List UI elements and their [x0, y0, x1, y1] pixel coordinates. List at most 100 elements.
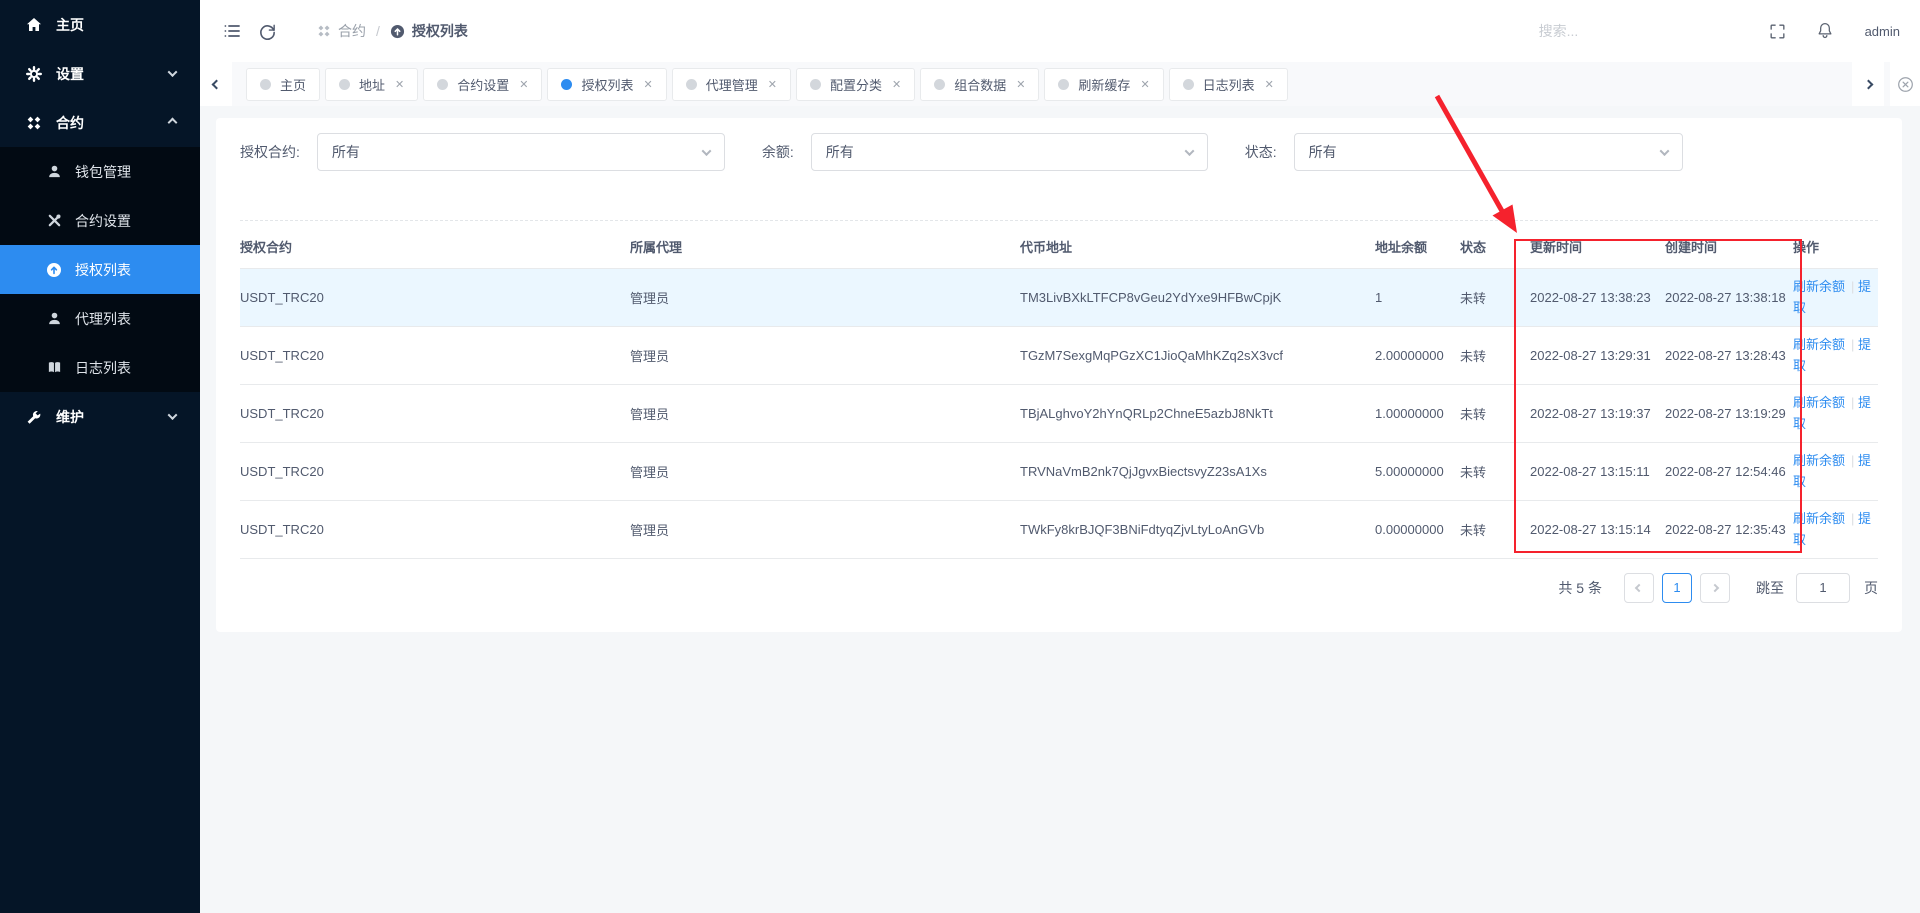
refresh-balance-link[interactable]: 刷新余额: [1793, 453, 1845, 468]
sidebar-item-contract-settings[interactable]: 合约设置: [0, 196, 200, 245]
balance-select[interactable]: 所有: [811, 133, 1208, 171]
close-icon[interactable]: ✕: [1265, 78, 1274, 91]
page-unit-label: 页: [1864, 578, 1878, 598]
sidebar-item-auth-list[interactable]: 授权列表: [0, 245, 200, 294]
action-divider: |: [1851, 395, 1854, 410]
status-select[interactable]: 所有: [1294, 133, 1683, 171]
close-all-tabs-button[interactable]: [1890, 62, 1920, 106]
chevron-up-icon: [168, 118, 178, 128]
refresh-icon[interactable]: [258, 22, 277, 41]
breadcrumb-separator: /: [376, 23, 380, 39]
tab-dot-icon: [561, 79, 572, 90]
sidebar-item-label: 合约: [56, 113, 169, 133]
tabs-scroll-right-button[interactable]: [1852, 62, 1884, 106]
jump-to-page-input[interactable]: [1796, 573, 1850, 603]
cell-actions: 刷新余额| 提取: [1793, 442, 1878, 500]
chevron-down-icon: [1659, 146, 1669, 156]
jump-to-label: 跳至: [1756, 578, 1784, 598]
table-row[interactable]: USDT_TRC20 管理员 TWkFy8krBJQF3BNiFdtyqZjvL…: [240, 500, 1878, 558]
tab-dot-icon: [437, 79, 448, 90]
breadcrumb-section[interactable]: 合约: [317, 21, 366, 41]
select-value: 所有: [1309, 142, 1661, 162]
sidebar-item-label: 合约设置: [75, 211, 131, 231]
cell-status: 未转: [1460, 326, 1530, 384]
tab-contract-settings[interactable]: 合约设置✕: [423, 68, 542, 101]
refresh-balance-link[interactable]: 刷新余额: [1793, 511, 1845, 526]
log-book-icon: [46, 360, 62, 376]
cell-status: 未转: [1460, 268, 1530, 326]
action-divider: |: [1851, 511, 1854, 526]
tab-refresh-cache[interactable]: 刷新缓存✕: [1044, 68, 1163, 101]
tab-label: 主页: [280, 75, 306, 94]
collapse-menu-icon[interactable]: [222, 21, 242, 41]
action-divider: |: [1851, 453, 1854, 468]
sidebar-item-agent-list[interactable]: 代理列表: [0, 294, 200, 343]
tab-combined-data[interactable]: 组合数据 ✕: [920, 68, 1039, 101]
user-menu[interactable]: admin: [1865, 24, 1900, 39]
refresh-balance-link[interactable]: 刷新余额: [1793, 337, 1845, 352]
main-area: 合约 / 授权列表 admin: [200, 0, 1920, 913]
sidebar-item-label: 主页: [56, 15, 176, 35]
close-icon[interactable]: ✕: [768, 78, 777, 91]
sidebar-item-label: 日志列表: [75, 358, 131, 378]
notifications-bell-icon[interactable]: [1815, 21, 1835, 41]
cell-address: TWkFy8krBJQF3BNiFdtyqZjvLtyLoAnGVb: [1020, 500, 1375, 558]
chevron-down-icon: [701, 146, 711, 156]
sidebar-item-contract[interactable]: 合约: [0, 98, 200, 147]
cell-created: 2022-08-27 12:54:46: [1665, 442, 1793, 500]
fullscreen-icon[interactable]: [1768, 22, 1787, 41]
col-header-contract: 授权合约: [240, 226, 630, 268]
table-row[interactable]: USDT_TRC20 管理员 TBjALghvoY2hYnQRLp2ChneE5…: [240, 384, 1878, 442]
table-row[interactable]: USDT_TRC20 管理员 TRVNaVmB2nk7QjJgvxBiectsv…: [240, 442, 1878, 500]
tab-auth-list[interactable]: 授权列表✕: [547, 68, 666, 101]
tab-agent-management[interactable]: 代理管理✕: [672, 68, 791, 101]
table-row[interactable]: USDT_TRC20 管理员 TM3LivBXkLTFCP8vGeu2YdYxe…: [240, 268, 1878, 326]
close-icon[interactable]: ✕: [1016, 78, 1025, 91]
breadcrumb-current: 授权列表: [390, 21, 468, 41]
page-number-button[interactable]: 1: [1662, 573, 1692, 603]
col-header-created: 创建时间: [1665, 226, 1793, 268]
cell-status: 未转: [1460, 442, 1530, 500]
tab-address[interactable]: 地址✕: [325, 68, 418, 101]
close-icon[interactable]: ✕: [1140, 78, 1149, 91]
cell-contract: USDT_TRC20: [240, 384, 630, 442]
tabs-scroll-left-button[interactable]: [200, 62, 232, 106]
close-icon[interactable]: ✕: [892, 78, 901, 91]
cell-updated: 2022-08-27 13:15:11: [1530, 442, 1665, 500]
auth-contract-select[interactable]: 所有: [317, 133, 725, 171]
tab-strip: 主页 地址✕ 合约设置✕ 授权列表✕ 代理管理✕ 配置分类 ✕ 组合数据 ✕ 刷新缓…: [200, 62, 1920, 106]
contract-icon: [317, 24, 331, 38]
tab-log-list[interactable]: 日志列表 ✕: [1169, 68, 1288, 101]
sidebar-item-settings[interactable]: 设置: [0, 49, 200, 98]
tab-label: 组合数据: [954, 75, 1006, 94]
sidebar-item-log-list[interactable]: 日志列表: [0, 343, 200, 392]
sidebar-item-wallet-management[interactable]: 钱包管理: [0, 147, 200, 196]
refresh-balance-link[interactable]: 刷新余额: [1793, 279, 1845, 294]
tab-label: 配置分类: [830, 75, 882, 94]
filter-auth-contract: 授权合约: 所有: [240, 133, 725, 171]
tab-home[interactable]: 主页: [246, 68, 320, 101]
action-divider: |: [1851, 337, 1854, 352]
auth-list-icon: [46, 262, 62, 278]
close-icon[interactable]: ✕: [644, 78, 653, 91]
sidebar-item-home[interactable]: 主页: [0, 0, 200, 49]
home-icon: [26, 17, 42, 33]
cell-contract: USDT_TRC20: [240, 442, 630, 500]
cell-balance: 2.00000000: [1375, 326, 1460, 384]
close-icon[interactable]: ✕: [395, 78, 404, 91]
cell-address: TBjALghvoY2hYnQRLp2ChneE5azbJ8NkTt: [1020, 384, 1375, 442]
prev-page-button[interactable]: [1624, 573, 1654, 603]
tab-label: 日志列表: [1203, 75, 1255, 94]
next-page-button[interactable]: [1700, 573, 1730, 603]
table-row[interactable]: USDT_TRC20 管理员 TGzM7SexgMqPGzXC1JioQaMhK…: [240, 326, 1878, 384]
sidebar-item-maintenance[interactable]: 维护: [0, 392, 200, 441]
chevron-left-icon: [211, 79, 221, 89]
search-input[interactable]: [1539, 23, 1704, 39]
breadcrumb-current-label: 授权列表: [412, 21, 468, 41]
col-header-actions: 操作: [1793, 226, 1878, 268]
close-icon[interactable]: ✕: [519, 78, 528, 91]
section-divider: [240, 220, 1878, 221]
chevron-down-icon: [1184, 146, 1194, 156]
refresh-balance-link[interactable]: 刷新余额: [1793, 395, 1845, 410]
tab-config-category[interactable]: 配置分类 ✕: [796, 68, 915, 101]
